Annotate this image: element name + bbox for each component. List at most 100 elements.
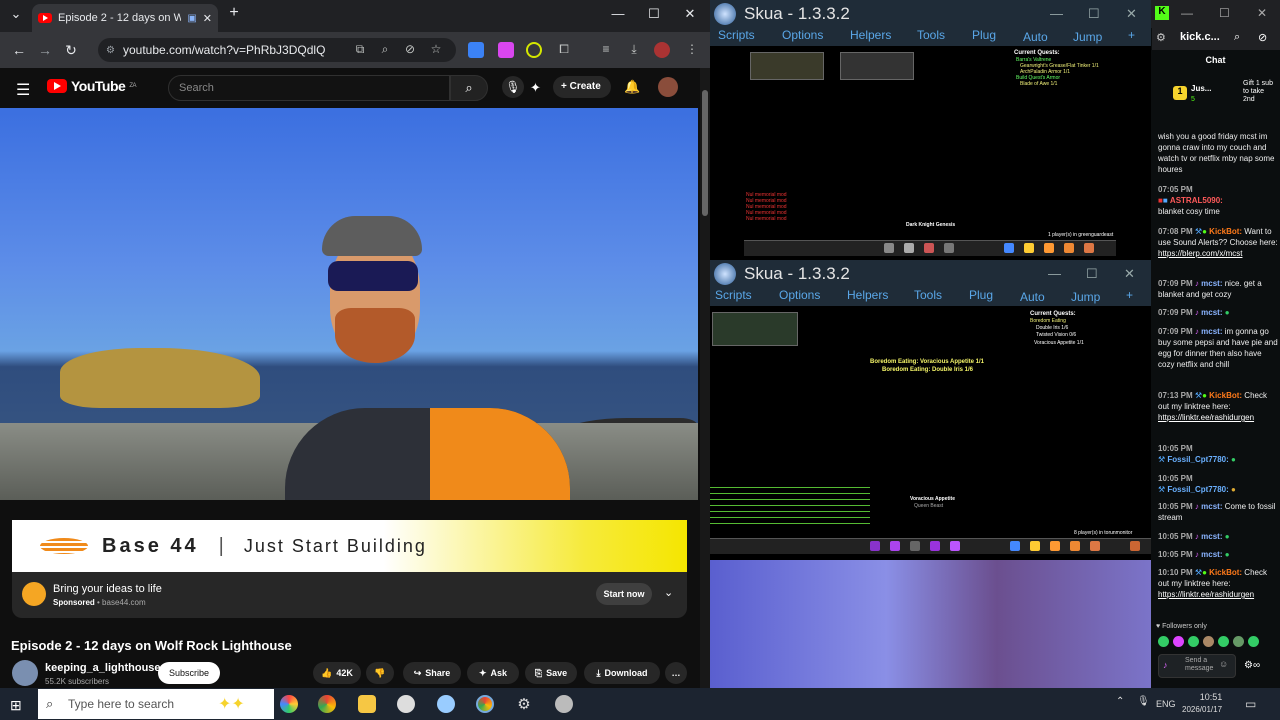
- microphone-icon[interactable]: 🎙: [1137, 696, 1150, 707]
- emote-icon[interactable]: [1218, 636, 1229, 647]
- copilot-icon[interactable]: [280, 695, 298, 713]
- menu-slot[interactable]: [1084, 243, 1094, 253]
- kick-address-bar[interactable]: ⚙ kick.c... ⌕ ⊘: [1152, 28, 1280, 50]
- message-user[interactable]: KickBot:: [1209, 227, 1242, 236]
- chat-settings-icon[interactable]: ⚙∞: [1244, 660, 1260, 671]
- menu-auto[interactable]: Auto: [1020, 290, 1045, 304]
- windows-start-icon[interactable]: ⊞: [10, 697, 22, 714]
- notification-center-icon[interactable]: ▭: [1245, 697, 1256, 711]
- eye-off-icon[interactable]: ⊘: [1258, 31, 1267, 44]
- back-button[interactable]: ←: [6, 42, 32, 58]
- menu-add[interactable]: +: [1128, 28, 1135, 42]
- maximize-button[interactable]: ☐: [644, 6, 664, 22]
- skill-slot[interactable]: [924, 243, 934, 253]
- create-button[interactable]: + Create: [553, 76, 611, 98]
- youtube-logo[interactable]: YouTube ZA: [47, 78, 136, 94]
- settings-gear-icon[interactable]: ⚙: [515, 695, 533, 713]
- kick-maximize-button[interactable]: ☐: [1219, 6, 1230, 20]
- minimize-button[interactable]: —: [608, 6, 628, 21]
- site-settings-icon[interactable]: ⚙: [1156, 31, 1166, 44]
- skua-taskbar-icon[interactable]: [555, 695, 573, 713]
- message-user[interactable]: KickBot:: [1209, 568, 1242, 577]
- menu-helpers[interactable]: Helpers: [847, 288, 888, 302]
- menu-slot[interactable]: [1050, 541, 1060, 551]
- youtube-search-input[interactable]: Search: [168, 75, 450, 101]
- account-avatar[interactable]: [658, 77, 678, 97]
- menu-kebab-icon[interactable]: ⋮: [684, 42, 700, 58]
- skua-close-button[interactable]: ✕: [1124, 266, 1135, 282]
- menu-add[interactable]: +: [1126, 288, 1133, 302]
- menu-slot[interactable]: [1044, 243, 1054, 253]
- message-link[interactable]: https://linktr.ee/rashidurgen: [1158, 413, 1254, 422]
- skill-slot[interactable]: [930, 541, 940, 551]
- skua-minimize-button[interactable]: —: [1048, 266, 1061, 281]
- message-link[interactable]: https://linktr.ee/rashidurgen: [1158, 590, 1254, 599]
- start-now-button[interactable]: Start now: [596, 583, 652, 605]
- skill-slot[interactable]: [890, 541, 900, 551]
- new-tab-button[interactable]: +: [224, 4, 244, 22]
- extension-icon[interactable]: [526, 42, 542, 58]
- file-explorer-icon[interactable]: [358, 695, 376, 713]
- scrollbar-thumb[interactable]: [702, 90, 708, 216]
- like-button[interactable]: 👍 42K: [313, 662, 361, 684]
- skua-minimize-button[interactable]: —: [1050, 6, 1063, 21]
- extension-translate-icon[interactable]: [468, 42, 484, 58]
- message-link[interactable]: https://blerp.com/x/mcst: [1158, 249, 1242, 258]
- game-action-dock[interactable]: [710, 538, 1151, 554]
- skill-slot[interactable]: [944, 243, 954, 253]
- media-control-icon[interactable]: ≡: [598, 42, 614, 58]
- download-icon[interactable]: ⤓: [626, 42, 642, 58]
- message-user[interactable]: ASTRAL5090:: [1170, 196, 1223, 205]
- emote-icon[interactable]: [1203, 636, 1214, 647]
- menu-slot[interactable]: [1130, 541, 1140, 551]
- profile-avatar[interactable]: [654, 42, 670, 58]
- menu-slot[interactable]: [1030, 541, 1040, 551]
- forward-button[interactable]: →: [32, 42, 58, 58]
- menu-scripts[interactable]: Scripts: [718, 28, 755, 42]
- menu-jump[interactable]: Jump: [1071, 290, 1100, 304]
- emote-icon[interactable]: [1173, 636, 1184, 647]
- browser-tab[interactable]: Episode 2 - 12 days on Wo ▣ ✕: [32, 4, 218, 32]
- message-user[interactable]: KickBot:: [1209, 391, 1242, 400]
- menu-tools[interactable]: Tools: [914, 288, 942, 302]
- ask-button[interactable]: ✦ Ask: [467, 662, 519, 684]
- chrome-icon[interactable]: [318, 695, 336, 713]
- search-highlight-icon[interactable]: ✦✦: [218, 694, 245, 714]
- download-button[interactable]: ⤓ Download: [584, 662, 660, 684]
- menu-slot[interactable]: [1004, 243, 1014, 253]
- menu-slot[interactable]: [1070, 541, 1080, 551]
- video-player[interactable]: [0, 108, 698, 500]
- message-user[interactable]: mcst:: [1201, 327, 1222, 336]
- emote-icon[interactable]: [1158, 636, 1169, 647]
- site-info-icon[interactable]: ⚙: [106, 45, 115, 56]
- gift-cta[interactable]: Gift 1 sub to take 2nd: [1243, 80, 1275, 104]
- skua-maximize-button[interactable]: ☐: [1086, 266, 1098, 282]
- save-button[interactable]: ⎘ Save: [525, 662, 577, 684]
- menu-tools[interactable]: Tools: [917, 28, 945, 42]
- obs-icon[interactable]: [397, 695, 415, 713]
- zoom-icon[interactable]: ⌕: [377, 42, 393, 58]
- bookmark-star-icon[interactable]: ☆: [428, 42, 444, 58]
- clock-date[interactable]: 2026/01/17: [1182, 705, 1222, 714]
- gift-leaderboard[interactable]: 1 Jus... 5 Gift 1 sub to take 2nd: [1153, 78, 1278, 114]
- skill-slot[interactable]: [910, 541, 920, 551]
- eye-off-icon[interactable]: ⊘: [402, 42, 418, 58]
- chevron-down-icon[interactable]: ⌄: [664, 586, 673, 599]
- menu-plug[interactable]: Plug: [969, 288, 993, 302]
- message-user[interactable]: Fossil_Cpt7780:: [1167, 485, 1228, 494]
- skua-maximize-button[interactable]: ☐: [1088, 6, 1100, 22]
- chrome-active-icon[interactable]: [476, 695, 494, 713]
- skill-slot[interactable]: [904, 243, 914, 253]
- more-actions-button[interactable]: …: [665, 662, 687, 684]
- language-indicator[interactable]: ENG: [1156, 699, 1176, 709]
- message-user[interactable]: mcst:: [1201, 550, 1222, 559]
- message-user[interactable]: mcst:: [1201, 308, 1222, 317]
- chat-input[interactable]: ♪ Send a message ☺: [1158, 654, 1236, 678]
- sparkle-icon[interactable]: ✦: [530, 80, 541, 96]
- zoom-icon[interactable]: ⌕: [1234, 31, 1240, 44]
- menu-options[interactable]: Options: [782, 28, 823, 42]
- clock-time[interactable]: 10:51: [1196, 692, 1226, 702]
- menu-slot[interactable]: [1010, 541, 1020, 551]
- message-user[interactable]: mcst:: [1201, 502, 1222, 511]
- menu-scripts[interactable]: Scripts: [715, 288, 752, 302]
